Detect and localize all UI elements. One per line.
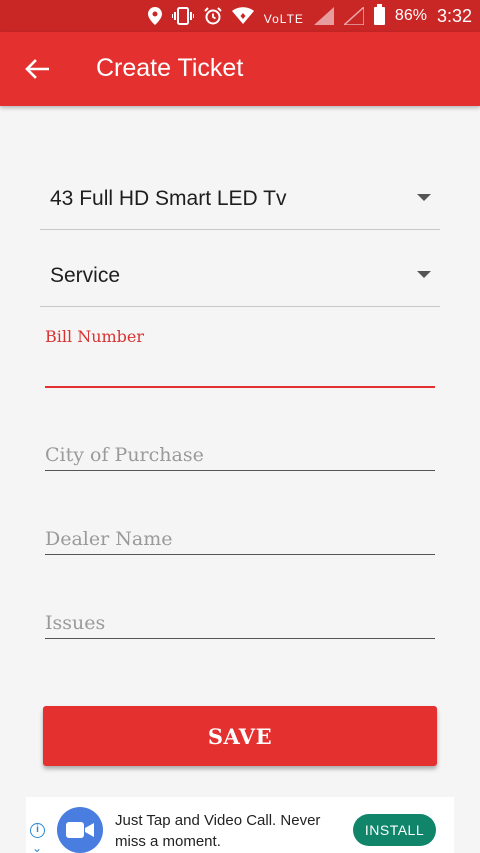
chevron-down-icon[interactable]: ⌄	[32, 841, 42, 853]
signal-icon	[313, 7, 334, 25]
clock: 3:32	[436, 5, 472, 26]
dropdown-arrow-icon	[417, 194, 431, 201]
city-of-purchase-input[interactable]	[45, 440, 435, 470]
back-button[interactable]	[22, 54, 52, 84]
install-button[interactable]: INSTALL	[353, 814, 436, 846]
app-bar: Create Ticket	[0, 32, 480, 106]
location-icon	[147, 7, 162, 25]
dealer-name-field	[45, 524, 435, 555]
request-type-selected-value: Service	[50, 264, 121, 287]
issues-input[interactable]	[45, 608, 435, 638]
status-bar: VoLTE 86% 3:32	[0, 0, 480, 32]
battery-icon	[373, 4, 385, 25]
ad-text: Just Tap and Video Call. Never miss a mo…	[115, 812, 321, 850]
battery-percent: 86%	[394, 7, 427, 24]
arrow-left-icon	[25, 59, 49, 79]
ad-banner[interactable]: i ⌄ Just Tap and Video Call. Never miss …	[26, 797, 454, 853]
bill-number-label: Bill Number	[45, 327, 145, 346]
bill-number-input[interactable]	[45, 352, 435, 386]
request-type-dropdown[interactable]: Service	[40, 235, 440, 307]
issues-underline	[45, 638, 435, 639]
city-of-purchase-underline	[45, 470, 435, 471]
signal-icon-2	[343, 7, 364, 25]
dealer-name-input[interactable]	[45, 524, 435, 554]
dealer-name-underline	[45, 554, 435, 555]
video-camera-icon	[66, 822, 94, 838]
save-button[interactable]: SAVE	[43, 706, 437, 766]
issues-field	[45, 608, 435, 639]
product-selected-value: 43 Full HD Smart LED Tv	[50, 187, 287, 210]
vibrate-icon	[171, 7, 194, 25]
city-of-purchase-field	[45, 440, 435, 471]
bill-number-underline	[45, 386, 435, 388]
video-call-app-icon[interactable]	[57, 807, 103, 853]
volte-label: VoLTE	[263, 12, 304, 26]
alarm-icon	[204, 7, 222, 25]
dropdown-arrow-icon	[417, 271, 431, 278]
ad-info-icon[interactable]: i	[30, 823, 45, 838]
page-title: Create Ticket	[96, 54, 244, 82]
wifi-icon	[231, 7, 254, 24]
product-dropdown[interactable]: 43 Full HD Smart LED Tv	[40, 158, 440, 230]
bill-number-field: Bill Number	[45, 327, 435, 388]
